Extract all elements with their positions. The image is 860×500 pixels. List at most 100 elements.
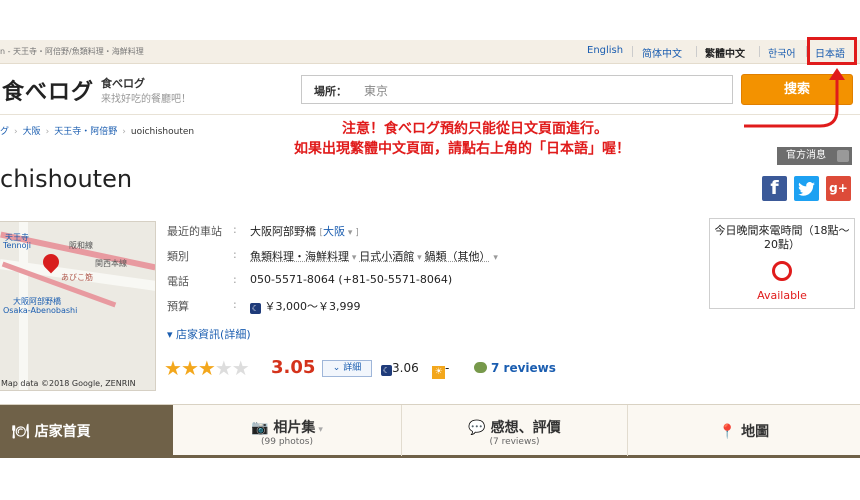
- dropdown-caret-icon: ▾: [318, 425, 323, 435]
- rating-detail-label: 詳細: [343, 363, 362, 373]
- breadcrumb-item[interactable]: 天王寺・阿倍野: [54, 127, 117, 137]
- lang-korean[interactable]: 한국어: [768, 45, 796, 60]
- shop-detail-link[interactable]: ▾ 店家資訊(詳細): [167, 326, 251, 342]
- tab-photos-text: 相片集: [273, 420, 316, 436]
- colon: :: [233, 298, 237, 311]
- breadcrumb: グ › 大阪 › 天王寺・阿倍野 › uoichishouten: [0, 124, 194, 137]
- tab-reviews-label: 💬 感想、評價: [402, 417, 627, 437]
- tab-map-text: 地圖: [741, 424, 770, 440]
- speech-bubble-icon: [474, 362, 487, 373]
- tabelog-logo[interactable]: 食べログ: [2, 74, 94, 106]
- restaurant-icon: 🍽: [12, 424, 30, 440]
- tab-reviews[interactable]: 💬 感想、評價 (7 reviews): [402, 405, 628, 456]
- category-value: 魚類料理・海鮮料理 ▾ 日式小酒館 ▾ 鍋類（其他） ▾: [250, 248, 498, 264]
- breadcrumb-current: uoichishouten: [130, 127, 195, 137]
- lang-divider: [759, 46, 760, 57]
- star-icon: ★: [197, 356, 216, 380]
- googleplus-icon[interactable]: g+: [826, 176, 851, 201]
- map-label: 関西本線: [95, 259, 127, 268]
- colon: :: [233, 223, 237, 236]
- colon: :: [233, 248, 237, 261]
- station-area-link[interactable]: 大阪: [323, 225, 345, 238]
- lunch-score: -: [445, 361, 450, 375]
- star-icon: ★: [214, 356, 233, 380]
- tab-photos[interactable]: 📷 相片集 ▾ (99 photos): [173, 405, 402, 456]
- dropdown-caret-icon: ▾: [349, 253, 360, 263]
- colon: :: [233, 273, 237, 286]
- category-link[interactable]: 日式小酒館: [359, 250, 414, 263]
- station-key: 最近的車站: [167, 225, 222, 238]
- tab-home-text: 店家首頁: [34, 424, 91, 440]
- dropdown-caret-icon: ▾: [414, 253, 425, 263]
- star-icon: ★: [231, 356, 250, 380]
- moon-icon: ☾: [250, 303, 261, 314]
- tab-map-label: 📍 地圖: [628, 421, 860, 441]
- phone-key: 電話: [167, 275, 189, 288]
- breadcrumb-item[interactable]: グ: [0, 127, 9, 137]
- station-value: 大阪阿部野橋 [大阪 ▾ ]: [250, 223, 359, 239]
- search-label: 場所：: [314, 85, 347, 98]
- search-input[interactable]: [364, 81, 714, 99]
- availability-title: 今日晚間來電時間（18點～20點）: [714, 224, 850, 251]
- lang-traditional-chinese[interactable]: 繁體中文: [705, 45, 745, 60]
- night-score: 3.06: [392, 361, 419, 375]
- breadcrumb-separator: ›: [45, 127, 50, 137]
- twitter-bird-icon: [798, 182, 815, 196]
- lang-divider: [632, 46, 633, 57]
- lang-divider: [696, 46, 697, 57]
- breadcrumb-separator: ›: [122, 127, 126, 137]
- map-credit: Map data ©2018 Google, ZENRIN: [1, 379, 136, 388]
- rating-detail-button[interactable]: ⌄ 詳細: [322, 360, 372, 377]
- moon-icon: ☾: [381, 365, 392, 376]
- map-marker-icon: 📍: [718, 424, 737, 440]
- reviews-count-tab: (7 reviews): [489, 437, 540, 447]
- category-link[interactable]: 鍋類（其他）: [425, 250, 491, 263]
- notice-icon: [837, 150, 849, 162]
- breadcrumb-item[interactable]: 大阪: [23, 127, 41, 137]
- phone-value: 050-5571-8064 (+81-50-5571-8064): [250, 273, 453, 286]
- available-circle-icon: [772, 261, 792, 281]
- annotation-line-1: 注意！食べログ預約只能從日文頁面進行。: [342, 121, 608, 137]
- site-header: 食べログ 食べログ 来找好吃的餐廳吧！ 場所： 搜索: [0, 65, 860, 115]
- expand-arrow-icon: ▾: [167, 328, 177, 341]
- tab-map[interactable]: 📍 地圖: [628, 405, 860, 456]
- annotation-line-2: 如果出現繁體中文頁面，請點右上角的「日本語」喔！: [294, 141, 630, 157]
- top-bar: n - 天王寺・阿倍野/魚類料理・海鮮料理 English 简体中文 繁體中文 …: [0, 40, 860, 64]
- breadcrumb-separator: ›: [14, 127, 18, 137]
- shop-map[interactable]: 天王寺 Tennoji 阪和線 関西本線 あびこ筋 大阪阿部野橋 Osaka-A…: [0, 221, 156, 391]
- lunch-rating: ☀ -: [432, 361, 449, 379]
- lang-english[interactable]: English: [587, 45, 623, 56]
- budget-key: 預算: [167, 300, 189, 313]
- rating-stars: ★★★★★: [164, 356, 250, 380]
- category-link[interactable]: 魚類料理・海鮮料理: [250, 250, 349, 263]
- map-label: あびこ筋: [61, 273, 93, 282]
- tab-reviews-text: 感想、評價: [490, 420, 561, 436]
- shop-detail-label: 店家資訊(詳細): [176, 328, 251, 341]
- logo-subtitle: 食べログ: [101, 77, 145, 90]
- sun-icon: ☀: [432, 366, 445, 379]
- official-notice-label: 官方消息: [786, 150, 826, 161]
- logo-tagline: 来找好吃的餐廳吧！: [101, 94, 191, 105]
- night-rating: ☾ 3.06: [381, 361, 419, 376]
- japanese-highlight-box: [807, 37, 857, 65]
- tab-home-label: 🍽 店家首頁: [12, 421, 91, 441]
- reviews-link[interactable]: 7 reviews: [474, 361, 556, 375]
- availability-status: Available: [757, 289, 807, 302]
- budget-value: ☾ ￥3,000～￥3,999: [250, 298, 360, 314]
- facebook-icon[interactable]: f: [762, 176, 787, 201]
- official-notice-button[interactable]: 官方消息: [777, 147, 852, 165]
- annotation-arrow-icon: [744, 68, 845, 128]
- twitter-icon[interactable]: [794, 176, 819, 201]
- tab-home[interactable]: 🍽 店家首頁: [0, 405, 173, 456]
- dropdown-caret-icon: ▾ ]: [345, 228, 359, 238]
- reviews-count: 7 reviews: [491, 361, 556, 375]
- station-name: 大阪阿部野橋: [250, 225, 316, 238]
- budget-amount: ￥3,000～￥3,999: [264, 300, 361, 313]
- lang-simplified-chinese[interactable]: 简体中文: [642, 45, 682, 60]
- rating-score: 3.05: [271, 357, 316, 378]
- shop-nav: 🍽 店家首頁 📷 相片集 ▾ (99 photos) 💬 感想、評價 (7 rev…: [0, 404, 860, 458]
- star-icon: ★: [164, 356, 182, 380]
- dropdown-caret-icon: ▾: [490, 253, 498, 263]
- photos-count: (99 photos): [261, 437, 313, 447]
- top-breadcrumb: n - 天王寺・阿倍野/魚類料理・海鮮料理: [0, 47, 144, 56]
